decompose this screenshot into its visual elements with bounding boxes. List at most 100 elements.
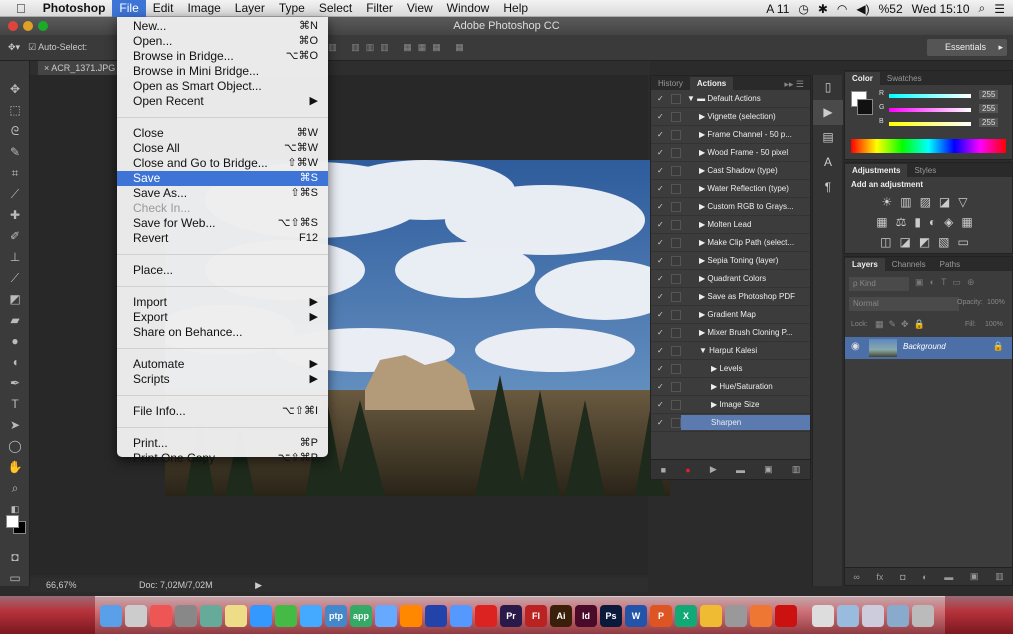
checkmark-icon[interactable]: ✓ [657,306,667,324]
eyedropper-tool-icon[interactable]: ⟋ [0,184,30,205]
checkmark-icon[interactable]: ✓ [657,180,667,198]
powerpoint-icon[interactable]: P [650,605,672,627]
chrome-icon[interactable] [700,605,722,627]
history-brush-tool-icon[interactable]: ⟋ [0,268,30,289]
menu-layer[interactable]: Layer [228,0,272,17]
action-row[interactable]: ✓ ▶ Save as Photoshop PDF [651,288,810,306]
action-row[interactable]: ✓ ▶ Frame Channel - 50 p... [651,126,810,144]
brush-tool-icon[interactable]: ✐ [0,226,30,247]
premiere-icon[interactable]: Pr [500,605,522,627]
menu-filter[interactable]: Filter [359,0,400,17]
checkmark-icon[interactable]: ✓ [657,234,667,252]
document-tab[interactable]: × ACR_1371.JPG [38,61,122,75]
dialog-toggle-icon[interactable] [671,364,681,374]
checkmark-icon[interactable]: ✓ [657,360,667,378]
action-row[interactable]: ✓ ▶ Molten Lead [651,216,810,234]
close-window-icon[interactable] [8,21,18,31]
visibility-eye-icon[interactable]: ◉ [851,341,860,352]
menu-item-open[interactable]: Open... ⌘O [117,34,328,49]
layer-filter-kind[interactable]: ρ Kind [849,277,909,291]
indesign-icon[interactable]: Id [575,605,597,627]
menu-item-browse-in-mini-bridge[interactable]: Browse in Mini Bridge... [117,64,328,79]
dialog-toggle-icon[interactable] [671,130,681,140]
dialog-toggle-icon[interactable] [671,400,681,410]
menu-item-automate[interactable]: Automate ▶ [117,357,328,372]
trash-icon[interactable]: ▥ [792,464,801,475]
menu-item-place[interactable]: Place... [117,263,328,278]
document-icon[interactable] [812,605,834,627]
action-row[interactable]: ✓ ▶ Wood Frame - 50 pixel [651,144,810,162]
menu-help[interactable]: Help [496,0,535,17]
app-icon[interactable]: app [350,605,372,627]
stop-icon[interactable]: ■ [661,465,666,475]
type-tool-icon[interactable]: T [0,394,30,415]
dialog-toggle-icon[interactable] [671,148,681,158]
docs-icon[interactable] [862,605,884,627]
green-value[interactable]: 255 [979,104,999,113]
acrobat2-icon[interactable] [775,605,797,627]
action-row[interactable]: ✓ ▶ Cast Shadow (type) [651,162,810,180]
volume-icon[interactable]: ◀) [856,2,869,16]
eraser-tool-icon[interactable]: ◩ [0,289,30,310]
play-icon[interactable]: ▶ [710,464,717,475]
quicktime-icon[interactable] [425,605,447,627]
ptp-icon[interactable]: ptp [325,605,347,627]
acrobat-icon[interactable] [475,605,497,627]
action-row[interactable]: ✓ ▶ Levels [651,360,810,378]
checkmark-icon[interactable]: ✓ [657,288,667,306]
dialog-toggle-icon[interactable] [671,292,681,302]
healing-tool-icon[interactable]: ✚ [0,205,30,226]
menu-file[interactable]: File [112,0,146,17]
gradient-tool-icon[interactable]: ▰ [0,310,30,331]
blur-tool-icon[interactable]: ● [0,331,30,352]
dialog-toggle-icon[interactable] [671,166,681,176]
dialog-toggle-icon[interactable] [671,418,681,428]
move-tool-icon[interactable]: ✥ [0,79,30,100]
fill-value[interactable]: 100% [985,321,1003,328]
checkmark-icon[interactable]: ✓ [657,396,667,414]
zoom-tool-icon[interactable]: ⌕ [0,478,30,499]
blend-mode-select[interactable]: Normal [849,297,959,311]
new-layer-icon[interactable]: ▣ [970,571,979,582]
checkmark-icon[interactable]: ✓ [657,126,667,144]
auto-select-checkbox[interactable]: ☑ Auto-Select: [28,42,87,53]
checkmark-icon[interactable]: ✓ [657,378,667,396]
menu-item-close[interactable]: Close ⌘W [117,126,328,141]
tab-actions[interactable]: Actions [689,77,734,90]
launchpad-icon[interactable] [175,605,197,627]
adobe-status-icon[interactable]: A 11 [766,2,789,16]
dialog-toggle-icon[interactable] [671,346,681,356]
maps-icon[interactable] [275,605,297,627]
fx-icon[interactable]: fx [876,572,883,582]
action-row[interactable]: ✓ ▶ Image Size [651,396,810,414]
checkmark-icon[interactable]: ✓ [657,342,667,360]
tab-color[interactable]: Color [845,72,880,85]
minimize-window-icon[interactable] [23,21,33,31]
action-row[interactable]: ✓ ▶ Make Clip Path (select... [651,234,810,252]
color-ramp[interactable] [851,139,1006,153]
menu-item-import[interactable]: Import ▶ [117,295,328,310]
checkmark-icon[interactable]: ✓ [657,414,667,432]
dialog-toggle-icon[interactable] [671,310,681,320]
apple-menu-icon[interactable]:  [0,0,36,17]
word-icon[interactable]: W [625,605,647,627]
flash-icon[interactable]: Fl [525,605,547,627]
red-value[interactable]: 255 [979,90,999,99]
move-tool-icon[interactable]: ✥▾ [8,42,20,53]
notifications-icon[interactable]: ☰ [994,2,1005,16]
checkmark-icon[interactable]: ✓ [657,90,667,108]
adjustment-layer-icon[interactable]: ◐ [922,572,927,582]
folder-icon[interactable] [375,605,397,627]
menu-item-export[interactable]: Export ▶ [117,310,328,325]
notes-icon[interactable] [225,605,247,627]
shape-tool-icon[interactable]: ◯ [0,436,30,457]
menu-item-open-recent[interactable]: Open Recent ▶ [117,94,328,109]
action-row[interactable]: ✓ ▶ Mixer Brush Cloning P... [651,324,810,342]
firefox-icon[interactable] [750,605,772,627]
trash-icon[interactable] [912,605,934,627]
checkmark-icon[interactable]: ✓ [657,270,667,288]
workspace-switcher[interactable]: Essentials ▸ [927,39,1007,56]
disk-utility-icon[interactable] [725,605,747,627]
checkmark-icon[interactable]: ✓ [657,198,667,216]
lock-icons[interactable]: ▦✎✥🔒 [875,319,930,330]
